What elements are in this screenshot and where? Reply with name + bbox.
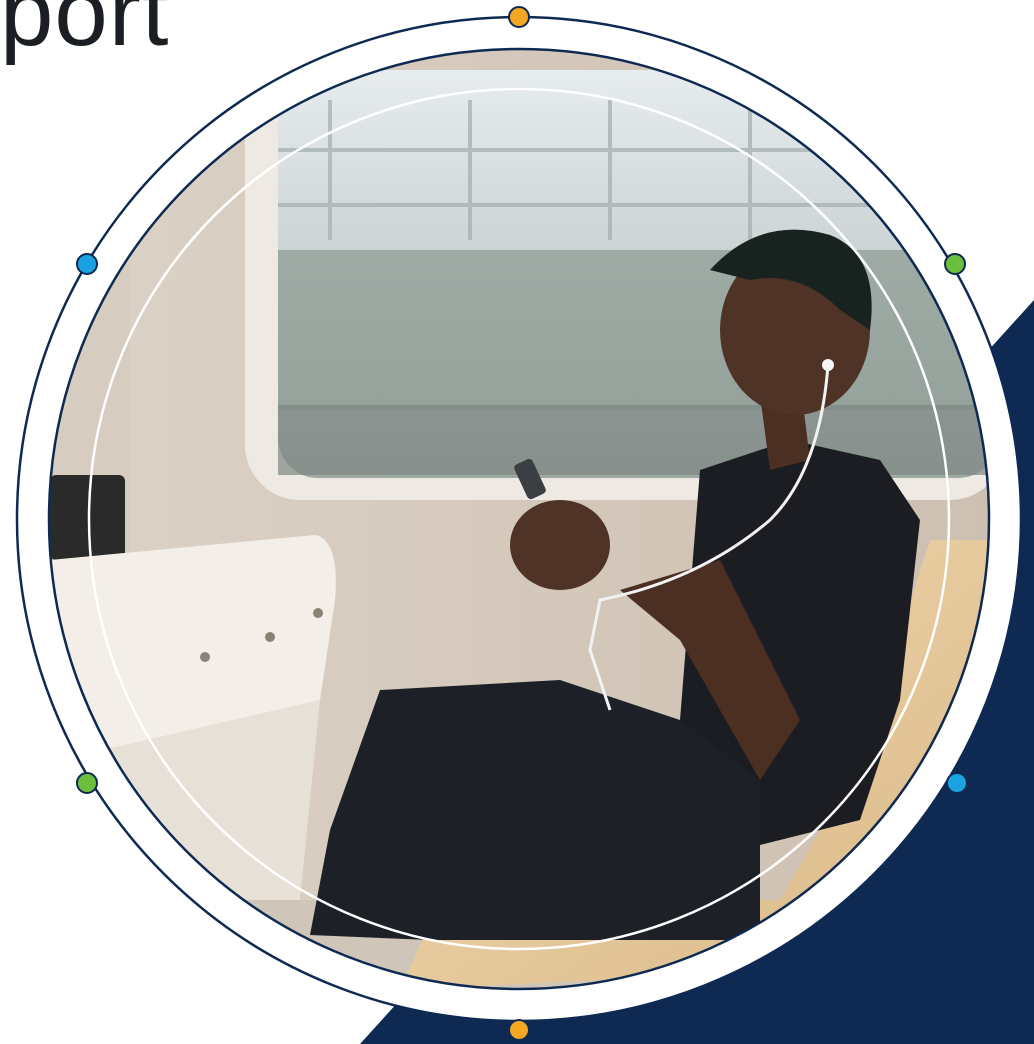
green-dot-left (76, 772, 98, 794)
handle (50, 475, 125, 560)
blue-dot-right (946, 772, 968, 794)
blue-dot-left (76, 253, 98, 275)
green-dot-right (944, 253, 966, 275)
hero-illustration (15, 6, 1034, 1044)
orange-dot-bottom (508, 1019, 530, 1041)
orange-dot-top (508, 6, 530, 28)
